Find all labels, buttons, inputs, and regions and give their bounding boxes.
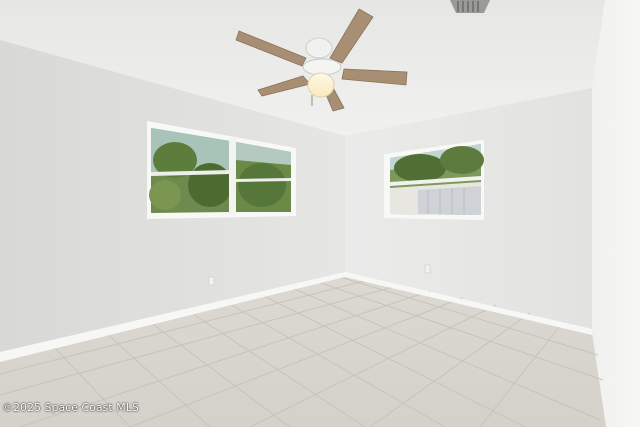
right-wall	[592, 0, 640, 427]
watermark-text: ©2025 Space Coast MLS	[2, 401, 139, 414]
right-window	[384, 140, 484, 220]
room-photo: ©2025 Space Coast MLS	[0, 0, 640, 427]
wall-outlet	[208, 276, 215, 286]
wall-outlet	[424, 264, 431, 274]
ceiling-vent	[450, 0, 490, 13]
